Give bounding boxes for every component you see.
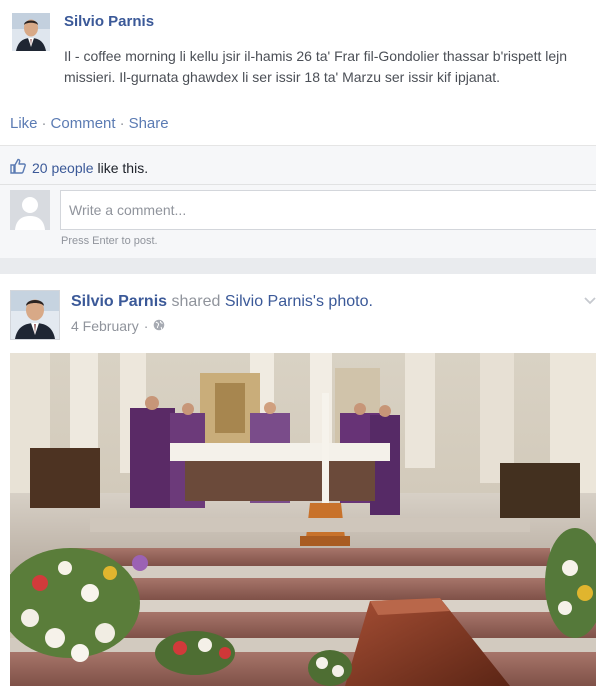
post-author-name[interactable]: Silvio Parnis xyxy=(64,13,154,30)
thumbs-up-icon xyxy=(10,158,26,177)
photo-owner-name: Silvio Parnis xyxy=(224,293,313,310)
share-verb: shared xyxy=(171,293,221,310)
feedback-section: 20 people like this. Write a comment... … xyxy=(0,145,596,258)
post-photo[interactable] xyxy=(10,353,596,686)
post-date[interactable]: 4 February xyxy=(71,318,139,334)
post-actions: Like · Comment · Share xyxy=(10,115,169,132)
action-separator: · xyxy=(41,115,47,132)
shared-photo-post: Silvio Parnis shared Silvio Parnis's pho… xyxy=(0,274,596,686)
post-meta: 4 February · xyxy=(71,318,165,334)
photo-link[interactable]: photo. xyxy=(328,293,372,310)
chevron-down-icon[interactable] xyxy=(584,292,596,308)
likes-summary: 20 people like this. xyxy=(10,158,148,177)
likes-suffix: like this. xyxy=(97,159,149,176)
share-link[interactable]: Share xyxy=(129,115,169,132)
post-author-name[interactable]: Silvio Parnis xyxy=(71,293,167,310)
comment-link[interactable]: Comment xyxy=(51,115,116,132)
photo-owner-link[interactable]: Silvio Parnis's xyxy=(225,293,324,310)
comment-input[interactable]: Write a comment... xyxy=(60,190,596,230)
globe-icon[interactable] xyxy=(153,318,165,334)
post-headline: Silvio Parnis shared Silvio Parnis's pho… xyxy=(71,293,373,311)
action-separator: · xyxy=(119,115,125,132)
author-avatar[interactable] xyxy=(12,13,50,51)
meta-separator: · xyxy=(143,318,149,334)
photo-owner-suffix: 's xyxy=(312,293,324,310)
author-avatar[interactable] xyxy=(10,290,60,340)
likes-count-link[interactable]: 20 people xyxy=(32,160,94,176)
comment-hint: Press Enter to post. xyxy=(61,235,158,247)
status-post: Silvio Parnis Il - coffee morning li kel… xyxy=(0,0,596,258)
like-link[interactable]: Like xyxy=(10,115,38,132)
commenter-avatar xyxy=(10,190,50,230)
post-text: Il - coffee morning li kellu jsir il-ham… xyxy=(64,48,568,85)
divider xyxy=(0,184,596,185)
